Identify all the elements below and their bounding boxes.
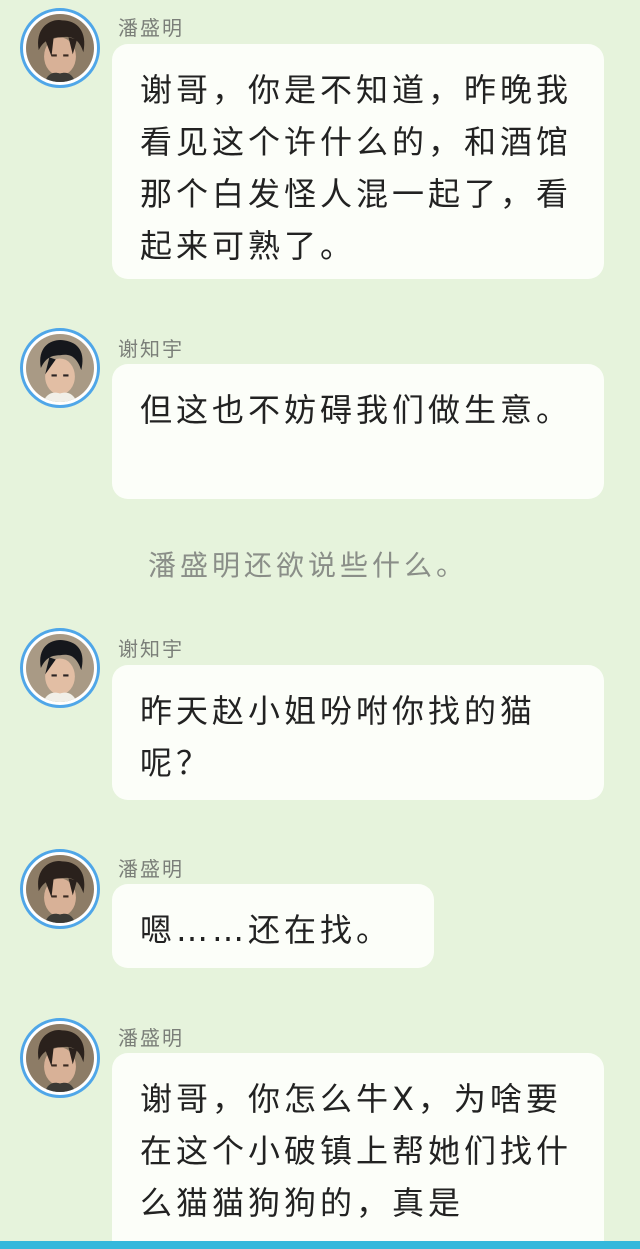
avatar[interactable] — [20, 328, 100, 408]
avatar[interactable] — [20, 628, 100, 708]
black-hair-boy-avatar-icon — [26, 634, 94, 702]
dark-hair-boy-avatar-icon — [26, 855, 94, 923]
black-hair-boy-avatar-icon — [26, 334, 94, 402]
avatar[interactable] — [20, 8, 100, 88]
dark-hair-boy-avatar-icon — [26, 1024, 94, 1092]
narration-text: 潘盛明还欲说些什么。 — [148, 549, 469, 582]
message-bubble[interactable]: 谢哥，你怎么牛X，为啥要在这个小破镇上帮她们找什么猫猫狗狗的，真是 — [112, 1053, 604, 1241]
speaker-name: 潘盛明 — [118, 16, 184, 40]
message-bubble[interactable]: 谢哥，你是不知道，昨晚我看见这个许什么的，和酒馆那个白发怪人混一起了，看起来可熟… — [112, 44, 604, 279]
message-bubble[interactable]: 昨天赵小姐吩咐你找的猫呢？ — [112, 665, 604, 800]
message-bubble[interactable]: 但这也不妨碍我们做生意。 — [112, 364, 604, 499]
avatar[interactable] — [20, 1018, 100, 1098]
dark-hair-boy-avatar-icon — [26, 14, 94, 82]
speaker-name: 谢知宇 — [118, 637, 184, 661]
message-bubble[interactable]: 嗯……还在找。 — [112, 884, 434, 968]
speaker-name: 潘盛明 — [118, 1026, 184, 1050]
avatar[interactable] — [20, 849, 100, 929]
bottom-scroll-bar — [0, 1241, 640, 1249]
speaker-name: 谢知宇 — [118, 337, 184, 361]
speaker-name: 潘盛明 — [118, 857, 184, 881]
